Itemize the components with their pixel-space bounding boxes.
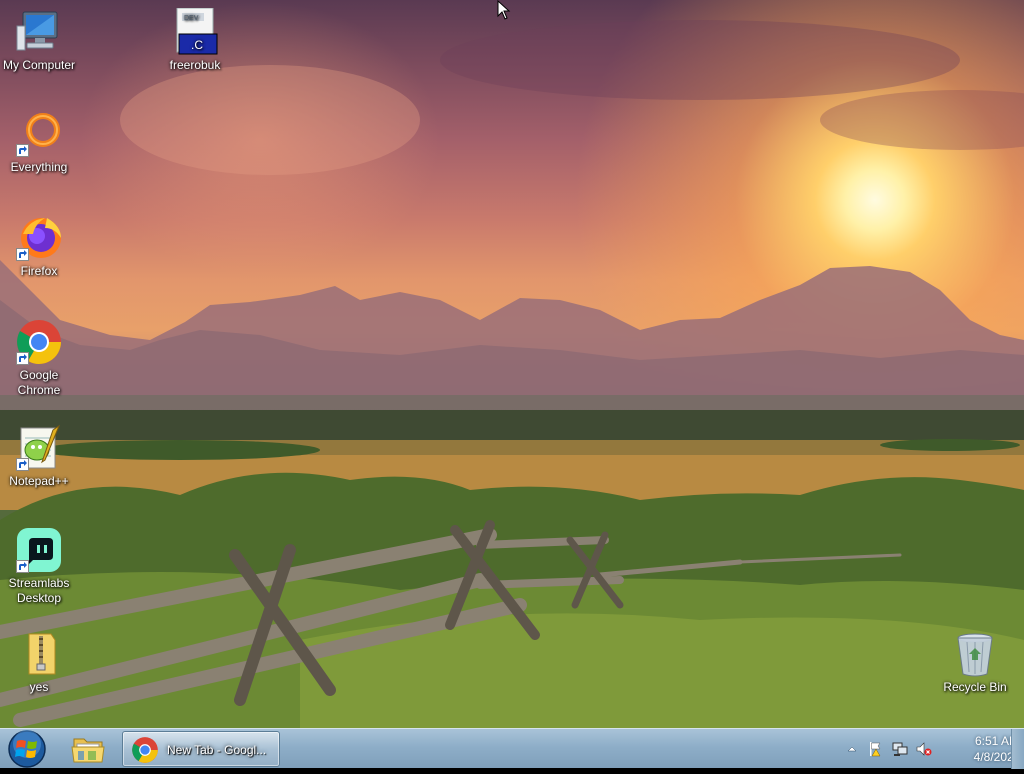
desktop-icon-label: yes xyxy=(29,680,49,694)
show-desktop-button[interactable] xyxy=(1011,729,1024,769)
desktop-icon-label: My Computer xyxy=(2,58,76,72)
start-button[interactable] xyxy=(4,729,50,769)
taskbar: New Tab - Googl... 6:51 AM 4/8/2023 xyxy=(0,728,1024,769)
desktop-icon-label: Recycle Bin xyxy=(943,680,1007,694)
tray-network[interactable] xyxy=(892,741,908,757)
desktop-icon-label: Everything xyxy=(10,160,68,174)
svg-text:.C: .C xyxy=(191,38,203,52)
volume-muted-icon xyxy=(916,742,932,756)
shortcut-arrow-icon xyxy=(16,144,29,157)
mouse-cursor-icon xyxy=(497,0,511,20)
shortcut-arrow-icon xyxy=(16,458,29,471)
network-icon xyxy=(892,742,908,756)
shortcut-arrow-icon xyxy=(16,560,29,573)
chevron-up-icon xyxy=(847,746,857,752)
desktop-icon-yes[interactable]: yes xyxy=(0,630,78,695)
show-hidden-icons-button[interactable] xyxy=(844,741,860,757)
shortcut-arrow-icon xyxy=(16,352,29,365)
desktop-icon-my-computer[interactable]: My Computer xyxy=(0,8,78,73)
taskbar-pinned-file-explorer[interactable] xyxy=(62,731,114,767)
desktop-icon-firefox[interactable]: Firefox xyxy=(0,214,78,279)
shortcut-arrow-icon xyxy=(16,248,29,261)
wallpaper-landscape xyxy=(0,20,1024,728)
desktop-icon-recycle-bin[interactable]: Recycle Bin xyxy=(936,630,1014,695)
desktop-icon-label: freerobuk xyxy=(169,58,221,72)
desktop-icon-label: Streamlabs Desktop xyxy=(8,576,70,605)
desktop-icon-label: Google Chrome xyxy=(17,368,61,397)
file-explorer-icon xyxy=(71,738,105,763)
recycle-bin-icon xyxy=(957,633,993,677)
desktop-icon-freerobuk[interactable]: DEV .C freerobuk xyxy=(156,7,234,73)
system-tray: 6:51 AM 4/8/2023 xyxy=(834,729,1024,769)
zip-folder-icon xyxy=(28,633,56,675)
svg-text:DEV: DEV xyxy=(184,15,199,22)
desktop-background[interactable]: My Computer DEV .C freerobuk Everything xyxy=(0,0,1024,728)
desktop-icon-everything[interactable]: Everything xyxy=(0,110,78,175)
desktop-icon-label: Notepad++ xyxy=(9,474,69,488)
tray-volume[interactable] xyxy=(916,741,932,757)
action-center-flag-icon xyxy=(870,742,881,757)
windows-start-orb-icon xyxy=(8,730,46,768)
taskbar-task-label: New Tab - Googl... xyxy=(167,743,267,757)
taskbar-task-chrome-new-tab[interactable]: New Tab - Googl... xyxy=(122,731,280,767)
desktop-icon-google-chrome[interactable]: Google Chrome xyxy=(0,318,78,398)
desktop-icon-label: Firefox xyxy=(20,264,58,278)
desktop-icon-streamlabs-desktop[interactable]: Streamlabs Desktop xyxy=(0,526,78,606)
chrome-icon xyxy=(132,737,158,763)
desktop-icon-notepad-plus-plus[interactable]: Notepad++ xyxy=(0,424,78,489)
c-source-file-icon: DEV .C xyxy=(176,7,218,55)
my-computer-icon xyxy=(16,11,58,51)
tray-action-center-flag[interactable] xyxy=(868,741,884,757)
